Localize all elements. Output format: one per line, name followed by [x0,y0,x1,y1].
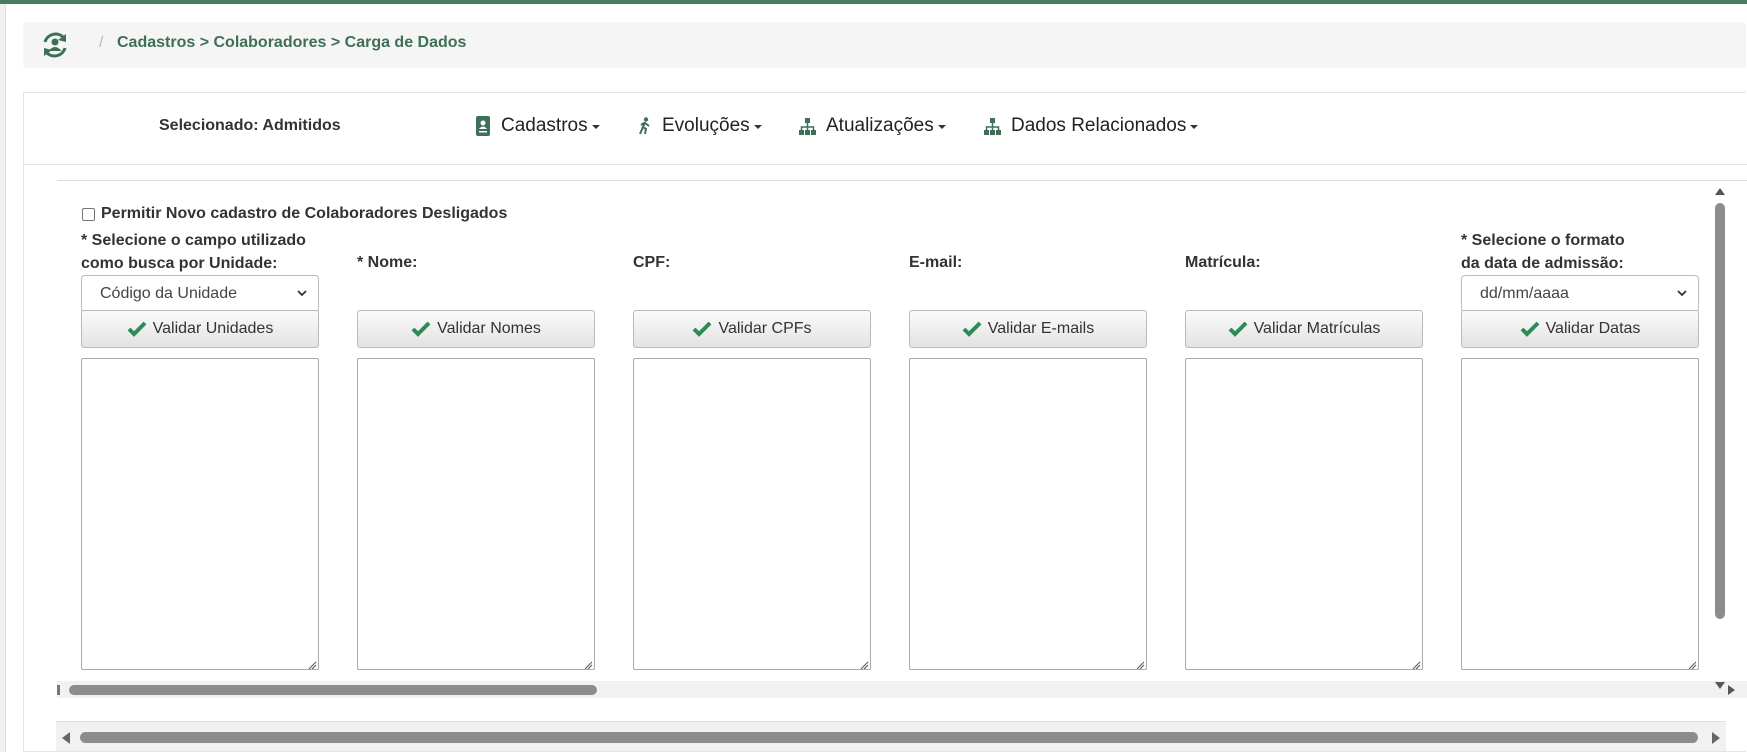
menu-evolucoes-label: Evoluções [662,115,750,136]
check-icon [127,321,147,337]
column-email: E-mail: [909,229,1147,271]
dates-textarea[interactable] [1461,358,1699,670]
caret-down-icon [1190,125,1199,129]
matricula-label: Matrícula: [1185,254,1261,271]
left-edge [0,4,6,752]
scroll-right-arrow-icon[interactable] [1728,685,1735,695]
column-unidade: * Selecione o campo utilizado como busca… [81,229,319,313]
unidade-field-select-value: Código da Unidade [100,285,237,302]
menu-evolucoes[interactable]: Evoluções [638,115,762,137]
units-textarea[interactable] [81,358,319,670]
check-icon [1228,321,1247,337]
names-textarea[interactable] [357,358,595,670]
menu-bar: Selecionado: Admitidos Cadastros Evoluçõ… [24,93,1747,165]
unidade-field-select[interactable]: Código da Unidade [81,275,319,313]
emails-textarea[interactable] [909,358,1147,670]
menu-dados-relacionados-label: Dados Relacionados [1011,115,1187,136]
resize-grip-icon[interactable] [860,661,869,670]
user-sync-icon[interactable] [39,29,71,61]
validate-emails-label: Validar E-mails [987,320,1095,337]
resize-grip-icon[interactable] [584,661,593,670]
outer-scroll-thumb[interactable] [80,732,1698,743]
person-walking-icon [639,117,650,135]
date-format-select[interactable]: dd/mm/aaaa [1461,275,1699,313]
menu-atualizacoes-label: Atualizações [826,115,934,136]
resize-grip-icon[interactable] [308,661,317,670]
check-icon [693,321,712,337]
upload-form-area: Permitir Novo cadastro de Colaboradores … [57,180,1747,698]
breadcrumb-separator: / [99,34,104,51]
scroll-left-marker [57,685,60,695]
validate-emails-button[interactable]: Validar E-mails [909,310,1147,348]
validate-units-button[interactable]: Validar Unidades [81,310,319,348]
caret-down-icon [753,125,762,129]
check-icon [1520,321,1539,337]
main-panel: Selecionado: Admitidos Cadastros Evoluçõ… [23,92,1747,752]
inner-horizontal-scrollbar[interactable] [57,681,1747,698]
validate-dates-label: Validar Datas [1545,320,1641,337]
menu-cadastros-label: Cadastros [501,115,588,136]
selected-label: Selecionado: Admitidos [159,117,341,134]
check-icon [411,321,431,337]
scroll-up-arrow-icon[interactable] [1715,188,1725,195]
chevron-down-icon [1677,290,1687,297]
check-icon [962,321,982,337]
date-format-select-value: dd/mm/aaaa [1480,285,1569,302]
data-admissao-label: * Selecione o formato da data de admissã… [1461,232,1625,272]
matriculas-textarea[interactable] [1185,358,1423,670]
validate-cpfs-button[interactable]: Validar CPFs [633,310,871,348]
menu-cadastros[interactable]: Cadastros [475,115,600,137]
breadcrumb: / Cadastros > Colaboradores > Carga de D… [23,22,1746,68]
scroll-down-arrow-icon[interactable] [1715,682,1725,689]
validate-units-label: Validar Unidades [152,320,274,337]
address-book-icon [476,116,490,136]
vertical-scroll-thumb[interactable] [1715,203,1725,619]
outer-horizontal-scrollbar[interactable] [56,721,1726,751]
column-cpf: CPF: [633,229,871,271]
validate-dates-button[interactable]: Validar Datas [1461,310,1699,348]
validate-matriculas-button[interactable]: Validar Matrículas [1185,310,1423,348]
allow-dismissed-label: Permitir Novo cadastro de Colaboradores … [101,205,508,222]
cpfs-textarea[interactable] [633,358,871,670]
cpf-label: CPF: [633,254,671,271]
sitemap-icon [799,117,816,135]
scroll-left-arrow-icon[interactable] [62,732,70,744]
sitemap-icon [984,117,1001,135]
inner-scroll-thumb[interactable] [69,685,597,695]
caret-down-icon [937,125,946,129]
caret-down-icon [591,125,600,129]
validate-cpfs-label: Validar CPFs [718,320,812,337]
validate-names-button[interactable]: Validar Nomes [357,310,595,348]
allow-dismissed-option[interactable]: Permitir Novo cadastro de Colaboradores … [82,205,507,223]
allow-dismissed-checkbox[interactable] [82,207,95,221]
scroll-right-arrow-icon[interactable] [1712,732,1720,744]
menu-dados-relacionados[interactable]: Dados Relacionados [984,115,1199,137]
menu-atualizacoes[interactable]: Atualizações [799,115,946,137]
unidade-label: * Selecione o campo utilizado como busca… [81,232,306,272]
window-top-border [0,0,1747,4]
nome-label: * Nome: [357,254,418,271]
email-label: E-mail: [909,254,963,271]
resize-grip-icon[interactable] [1688,661,1697,670]
breadcrumb-path[interactable]: Cadastros > Colaboradores > Carga de Dad… [117,34,466,52]
resize-grip-icon[interactable] [1136,661,1145,670]
column-nome: * Nome: [357,229,595,271]
column-data-admissao: * Selecione o formato da data de admissã… [1461,229,1699,313]
validate-names-label: Validar Nomes [437,320,541,337]
chevron-down-icon [297,290,307,297]
validate-matriculas-label: Validar Matrículas [1253,320,1381,337]
column-matricula: Matrícula: [1185,229,1423,271]
resize-grip-icon[interactable] [1412,661,1421,670]
